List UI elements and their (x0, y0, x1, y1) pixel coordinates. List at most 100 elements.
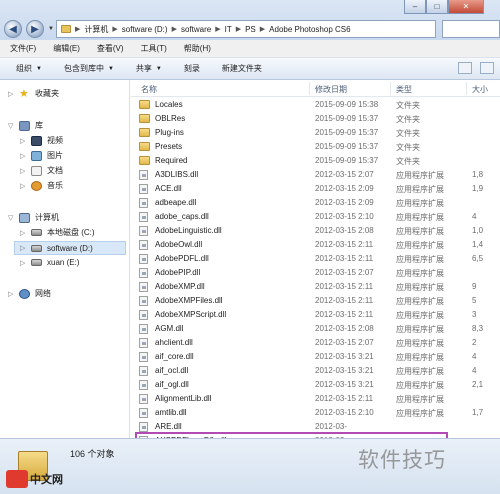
file-date: 2012-03-15 2:11 (315, 240, 374, 249)
nav-documents[interactable]: ▷ 文档 (20, 165, 63, 176)
file-date: 2012-03-15 2:09 (315, 198, 374, 207)
minimize-button[interactable]: – (404, 0, 426, 14)
breadcrumb-software[interactable]: software (181, 25, 211, 34)
dll-file-icon (139, 226, 148, 236)
nav-favorites[interactable]: ▷ ★ 收藏夹 (8, 88, 59, 99)
preview-pane-icon[interactable] (480, 62, 494, 74)
dll-file-icon (139, 184, 148, 194)
menu-view[interactable]: 查看(V) (97, 43, 124, 54)
folder-icon (139, 100, 150, 109)
menu-tools[interactable]: 工具(T) (141, 43, 167, 54)
file-type: 应用程序扩展 (396, 353, 444, 362)
document-icon (31, 165, 42, 176)
address-field[interactable]: ▶ 计算机 ▶ software (D:) ▶ software ▶ IT ▶ … (56, 20, 436, 38)
nav-local-disk-c[interactable]: ▷ 本地磁盘 (C:) (20, 227, 95, 238)
column-type-header[interactable]: 类型 (396, 84, 412, 95)
organize-button[interactable]: 组织 ▼ (16, 63, 42, 74)
file-date: 2012-03-15 2:07 (315, 338, 374, 347)
file-row[interactable]: aif_core.dll 2012-03-15 3:21 应用程序扩展 4 (131, 350, 500, 364)
column-name-header[interactable]: 名称 (141, 84, 157, 95)
nav-software-drive-d[interactable]: ▷ software (D:) (14, 241, 126, 255)
music-icon (31, 180, 42, 191)
file-date: 2012-03-15 3:21 (315, 380, 374, 389)
close-button[interactable]: ✕ (448, 0, 484, 14)
column-size-header[interactable]: 大小 (472, 84, 488, 95)
column-date-header[interactable]: 修改日期 (315, 84, 347, 95)
file-row[interactable]: adbeape.dll 2012-03-15 2:09 应用程序扩展 (131, 196, 500, 210)
burn-button[interactable]: 刻录 (184, 63, 200, 74)
nav-pictures[interactable]: ▷ 图片 (20, 150, 63, 161)
breadcrumb-it[interactable]: IT (225, 25, 232, 34)
maximize-button[interactable]: □ (426, 0, 448, 14)
video-icon (31, 135, 42, 146)
file-type: 文件夹 (396, 129, 420, 138)
dll-file-icon (139, 324, 148, 334)
file-row[interactable]: AlignmentLib.dll 2012-03-15 2:11 应用程序扩展 (131, 392, 500, 406)
share-button[interactable]: 共享 ▼ (136, 63, 162, 74)
file-row[interactable]: adobe_caps.dll 2012-03-15 2:10 应用程序扩展 4 (131, 210, 500, 224)
nav-videos[interactable]: ▷ 视频 (20, 135, 63, 146)
nav-computer[interactable]: ▽ 计算机 (8, 212, 59, 223)
menu-file[interactable]: 文件(F) (10, 43, 36, 54)
dll-file-icon (139, 408, 148, 418)
file-row[interactable]: aif_ogl.dll 2012-03-15 3:21 应用程序扩展 2,1 (131, 378, 500, 392)
folder-icon (139, 128, 150, 137)
breadcrumb-photoshop-cs6[interactable]: Adobe Photoshop CS6 (269, 25, 350, 34)
file-type: 应用程序扩展 (396, 381, 444, 390)
menu-help[interactable]: 帮助(H) (184, 43, 211, 54)
file-name: ahclient.dll (155, 338, 193, 347)
file-row[interactable]: Locales 2015-09-09 15:38 文件夹 (131, 98, 500, 112)
file-row[interactable]: amtlib.dll 2012-03-15 2:10 应用程序扩展 1,7 (131, 406, 500, 420)
include-in-library-button[interactable]: 包含到库中 ▼ (64, 63, 114, 74)
folder-icon (139, 156, 150, 165)
file-date: 2012-03-15 2:11 (315, 394, 374, 403)
dll-file-icon (139, 366, 148, 376)
dll-file-icon (139, 296, 148, 306)
nav-network[interactable]: ▷ 网络 (8, 288, 51, 299)
dll-file-icon (139, 240, 148, 250)
file-date: 2015-09-09 15:38 (315, 100, 379, 109)
file-row[interactable]: AdobeXMPScript.dll 2012-03-15 2:11 应用程序扩展 3 (131, 308, 500, 322)
breadcrumb-software-drive[interactable]: software (D:) (122, 25, 168, 34)
forward-arrow-icon[interactable]: ▶ (26, 20, 44, 38)
back-arrow-icon[interactable]: ◀ (4, 20, 22, 38)
drive-icon (31, 229, 42, 236)
breadcrumb-computer[interactable]: 计算机 (84, 24, 108, 35)
file-name: ACE.dll (155, 184, 182, 193)
dll-file-icon (139, 268, 148, 278)
nav-music[interactable]: ▷ 音乐 (20, 180, 63, 191)
menu-edit[interactable]: 编辑(E) (53, 43, 80, 54)
file-row[interactable]: A3DLIBS.dll 2012-03-15 2:07 应用程序扩展 1,8 (131, 168, 500, 182)
file-row[interactable]: AdobeXMP.dll 2012-03-15 2:11 应用程序扩展 9 (131, 280, 500, 294)
new-folder-button[interactable]: 新建文件夹 (222, 63, 262, 74)
file-date: 2015-09-09 15:37 (315, 156, 379, 165)
file-row[interactable]: ARE.dll 2012-03- (131, 420, 500, 434)
file-date: 2012-03-15 2:11 (315, 296, 374, 305)
recent-pages-chevron-icon[interactable]: ▼ (48, 26, 54, 32)
file-row[interactable]: ACE.dll 2012-03-15 2:09 应用程序扩展 1,9 (131, 182, 500, 196)
file-row[interactable]: Plug-ins 2015-09-09 15:37 文件夹 (131, 126, 500, 140)
file-row[interactable]: Required 2015-09-09 15:37 文件夹 (131, 154, 500, 168)
file-row[interactable]: AdobePDFL.dll 2012-03-15 2:11 应用程序扩展 6,5 (131, 252, 500, 266)
file-type: 应用程序扩展 (396, 297, 444, 306)
file-name: adobe_caps.dll (155, 212, 209, 221)
file-type: 应用程序扩展 (396, 339, 444, 348)
file-name: aif_ogl.dll (155, 380, 189, 389)
breadcrumb-ps[interactable]: PS (245, 25, 256, 34)
file-size: 4 (472, 352, 477, 361)
file-row[interactable]: Presets 2015-09-09 15:37 文件夹 (131, 140, 500, 154)
change-view-icon[interactable] (458, 62, 472, 74)
file-row[interactable]: ahclient.dll 2012-03-15 2:07 应用程序扩展 2 (131, 336, 500, 350)
file-row[interactable]: AdobeXMPFiles.dll 2012-03-15 2:11 应用程序扩展 5 (131, 294, 500, 308)
file-row[interactable]: AdobeOwl.dll 2012-03-15 2:11 应用程序扩展 1,4 (131, 238, 500, 252)
file-row[interactable]: AdobeLinguistic.dll 2012-03-15 2:08 应用程序扩展… (131, 224, 500, 238)
search-input[interactable] (442, 20, 500, 38)
file-row[interactable]: aif_ocl.dll 2012-03-15 3:21 应用程序扩展 4 (131, 364, 500, 378)
file-type: 应用程序扩展 (396, 255, 444, 264)
nav-libraries[interactable]: ▽ 库 (8, 120, 43, 131)
nav-xuan-drive-e[interactable]: ▷ xuan (E:) (20, 258, 79, 267)
file-row[interactable]: AdobePIP.dll 2012-03-15 2:07 应用程序扩展 (131, 266, 500, 280)
file-row[interactable]: AGM.dll 2012-03-15 2:08 应用程序扩展 8,3 (131, 322, 500, 336)
dll-file-icon (139, 212, 148, 222)
file-row[interactable]: OBLRes 2015-09-09 15:37 文件夹 (131, 112, 500, 126)
